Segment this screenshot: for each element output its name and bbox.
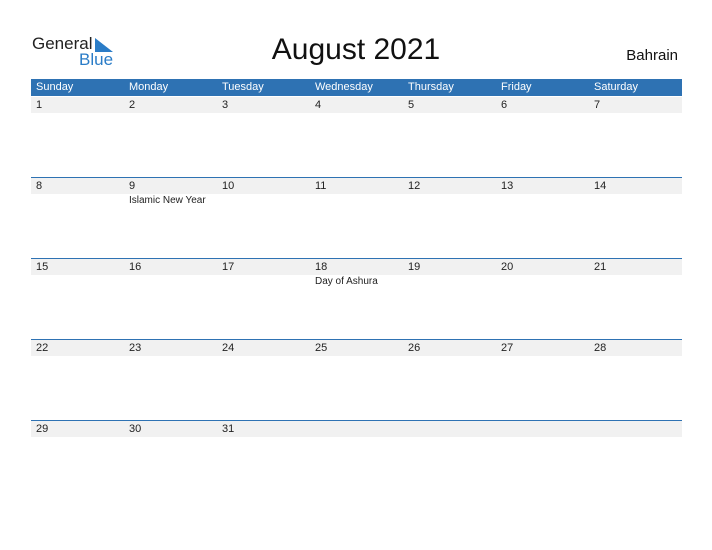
day-cell: [310, 421, 403, 501]
weekday-sunday: Sunday: [36, 81, 74, 93]
day-number: 4: [315, 99, 322, 111]
day-number: 31: [222, 423, 235, 435]
day-number: 22: [36, 342, 49, 354]
day-number: 25: [315, 342, 328, 354]
day-number: 1: [36, 99, 43, 111]
day-cell: 29: [31, 421, 124, 501]
country-label: Bahrain: [626, 47, 678, 64]
day-cell: 12: [403, 178, 496, 258]
day-cell: 22: [31, 340, 124, 420]
day-cell: 6: [496, 97, 589, 177]
week-row: 29 30 31: [31, 420, 682, 501]
day-cell: 4: [310, 97, 403, 177]
day-cell: 14: [589, 178, 682, 258]
day-number: 11: [315, 180, 327, 192]
day-number: 24: [222, 342, 235, 354]
weekday-friday: Friday: [501, 81, 532, 93]
day-number: 26: [408, 342, 421, 354]
week-row: 22 23 24 25 26 27 28: [31, 339, 682, 420]
day-number: 9: [129, 180, 136, 192]
day-number: 5: [408, 99, 415, 111]
day-cell: 11: [310, 178, 403, 258]
day-number: 3: [222, 99, 229, 111]
day-cell: 24: [217, 340, 310, 420]
day-cell: 15: [31, 259, 124, 339]
day-cell: 30: [124, 421, 217, 501]
weekday-saturday: Saturday: [594, 81, 639, 93]
day-number: 23: [129, 342, 142, 354]
day-cell: 1: [31, 97, 124, 177]
week-row: 8 9 Islamic New Year 10 11 12 13 14: [31, 177, 682, 258]
day-cell: 19: [403, 259, 496, 339]
day-number: 18: [315, 261, 328, 273]
week-row: 1 2 3 4 5 6 7: [31, 96, 682, 177]
day-number: 2: [129, 99, 136, 111]
day-cell: 5: [403, 97, 496, 177]
day-number: 19: [408, 261, 421, 273]
day-cell: 28: [589, 340, 682, 420]
day-number: 30: [129, 423, 142, 435]
day-cell: 8: [31, 178, 124, 258]
day-number: 8: [36, 180, 43, 192]
day-number: 21: [594, 261, 607, 273]
holiday-label: Islamic New Year: [129, 195, 206, 206]
day-number: 16: [129, 261, 142, 273]
day-number: 6: [501, 99, 508, 111]
weekday-wednesday: Wednesday: [315, 81, 373, 93]
day-number: 12: [408, 180, 421, 192]
week-row: 15 16 17 18 Day of Ashura 19 20 21: [31, 258, 682, 339]
page-title: August 2021: [271, 33, 441, 66]
day-number: 13: [501, 180, 514, 192]
day-number: 29: [36, 423, 49, 435]
day-number: 28: [594, 342, 607, 354]
holiday-label: Day of Ashura: [315, 276, 378, 287]
day-number: 20: [501, 261, 514, 273]
day-cell: 2: [124, 97, 217, 177]
day-number: 15: [36, 261, 49, 273]
day-number: 7: [594, 99, 601, 111]
day-cell: 3: [217, 97, 310, 177]
day-cell: 18 Day of Ashura: [310, 259, 403, 339]
day-cell: 17: [217, 259, 310, 339]
weekday-tuesday: Tuesday: [222, 81, 264, 93]
day-cell: 16: [124, 259, 217, 339]
day-cell: 25: [310, 340, 403, 420]
day-cell: [589, 421, 682, 501]
weekday-monday: Monday: [129, 81, 169, 93]
day-cell: 20: [496, 259, 589, 339]
day-cell: 10: [217, 178, 310, 258]
day-cell: [496, 421, 589, 501]
day-number: 27: [501, 342, 514, 354]
day-number: 17: [222, 261, 235, 273]
day-cell: 27: [496, 340, 589, 420]
day-number: 14: [594, 180, 607, 192]
day-cell: [403, 421, 496, 501]
day-cell: 26: [403, 340, 496, 420]
day-cell: 13: [496, 178, 589, 258]
weekday-header: Sunday Monday Tuesday Wednesday Thursday…: [31, 79, 682, 96]
day-cell: 7: [589, 97, 682, 177]
day-cell: 9 Islamic New Year: [124, 178, 217, 258]
day-cell: 31: [217, 421, 310, 501]
weekday-thursday: Thursday: [408, 81, 454, 93]
day-cell: 23: [124, 340, 217, 420]
day-number: 10: [222, 180, 235, 192]
day-cell: 21: [589, 259, 682, 339]
